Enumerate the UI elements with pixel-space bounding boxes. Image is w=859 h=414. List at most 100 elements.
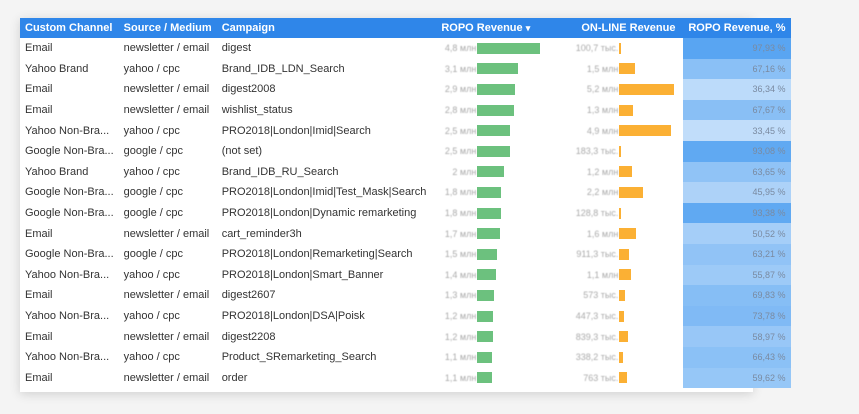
cell-online-revenue: 763 тыс. (551, 368, 683, 389)
online-bar (619, 331, 629, 343)
cell-campaign: PRO2018|London|Dynamic remarketing (221, 207, 417, 220)
cell-channel: Email (25, 104, 53, 117)
table-row[interactable]: Email newsletter / email digest 4,8 млн … (20, 38, 791, 59)
cell-campaign: PRO2018|London|DSA|Poisk (221, 310, 365, 323)
cell-ropo-revenue: 1,8 млн (431, 203, 551, 224)
header-source-medium[interactable]: Source / Medium (118, 18, 217, 38)
sort-desc-icon: ▾ (525, 23, 531, 33)
table-row[interactable]: Email newsletter / email cart_reminder3h… (20, 223, 791, 244)
table-row[interactable]: Google Non-Bra... google / cpc PRO2018|L… (20, 243, 791, 265)
cell-source: newsletter / email (123, 289, 210, 302)
cell-channel: Yahoo Non-Bra... (25, 310, 110, 323)
ropo-bar (477, 63, 519, 75)
table-row[interactable]: Google Non-Bra... google / cpc PRO2018|L… (20, 202, 791, 224)
table-row[interactable]: Yahoo Brand yahoo / cpc Brand_IDB_RU_Sea… (20, 161, 791, 183)
online-value: 5,2 млн (586, 84, 619, 95)
online-bar (619, 166, 633, 178)
cell-channel: Email (25, 83, 53, 96)
ropo-bar (477, 310, 494, 322)
table-row[interactable]: Yahoo Non-Bra... yahoo / cpc PRO2018|Lon… (20, 120, 791, 141)
ropo-bar (477, 145, 511, 157)
cell-channel: Email (25, 371, 53, 384)
cell-channel: Email (25, 227, 53, 240)
cell-campaign: digest2208 (221, 330, 276, 343)
table-row[interactable]: Google Non-Bra... google / cpc PRO2018|L… (20, 182, 791, 203)
ropo-value: 1,4 млн (444, 269, 477, 280)
cell-online-revenue: 338,2 тыс. (551, 347, 683, 368)
cell-source: yahoo / cpc (123, 165, 180, 178)
header-online-revenue[interactable]: ON-LINE Revenue (551, 18, 684, 38)
online-bar (619, 207, 622, 219)
ropo-value: 1,1 млн (444, 372, 477, 383)
online-value: 447,3 тыс. (575, 311, 619, 322)
online-bar (619, 351, 623, 363)
cell-ropo-percent: 63,65 % (683, 161, 791, 183)
header-custom-channel[interactable]: Custom Channel (20, 18, 119, 38)
cell-ropo-revenue: 1,1 млн (431, 347, 551, 368)
ropo-value: 1,3 млн (444, 290, 477, 301)
cell-campaign: PRO2018|London|Imid|Test_Mask|Search (221, 186, 427, 199)
cell-source: yahoo / cpc (123, 268, 180, 281)
online-value: 100,7 тыс. (575, 43, 619, 54)
online-value: 573 тыс. (583, 290, 619, 301)
cell-campaign: cart_reminder3h (221, 227, 302, 240)
ropo-bar (477, 186, 501, 198)
cell-ropo-revenue: 4,8 млн (431, 38, 551, 59)
ropo-bar (477, 207, 501, 219)
cell-campaign: PRO2018|London|Imid|Search (221, 124, 371, 137)
table-row[interactable]: Yahoo Non-Bra... yahoo / cpc PRO2018|Lon… (20, 264, 791, 286)
online-bar (619, 125, 672, 137)
table-row[interactable]: Email newsletter / email order 1,1 млн 7… (20, 367, 791, 389)
report-table-card: Custom Channel Source / Medium Campaign … (20, 18, 791, 392)
table-row[interactable]: Email newsletter / email digest2607 1,3 … (20, 285, 791, 306)
cell-campaign: wishlist_status (221, 104, 293, 117)
ropo-value: 3,1 млн (444, 63, 477, 74)
cell-online-revenue: 447,3 тыс. (551, 306, 683, 327)
online-value: 4,9 млн (586, 125, 619, 136)
cell-channel: Yahoo Brand (25, 62, 89, 75)
online-bar (619, 248, 629, 260)
header-campaign[interactable]: Campaign (216, 18, 432, 38)
ropo-bar (477, 289, 495, 301)
table-row[interactable]: Yahoo Brand yahoo / cpc Brand_IDB_LDN_Se… (20, 58, 791, 80)
table-row[interactable]: Email newsletter / email digest2208 1,2 … (20, 326, 791, 347)
cell-campaign: Brand_IDB_LDN_Search (221, 62, 345, 75)
cell-campaign: Product_SRemarketing_Search (221, 351, 377, 364)
ropo-value: 2,5 млн (444, 125, 477, 136)
online-value: 338,2 тыс. (575, 352, 619, 363)
table-row[interactable]: Yahoo Non-Bra... yahoo / cpc PRO2018|Lon… (20, 305, 791, 327)
online-value: 183,3 тыс. (575, 146, 619, 157)
header-ropo-percent[interactable]: ROPO Revenue, % (683, 18, 791, 38)
cell-source: newsletter / email (123, 371, 210, 384)
cell-online-revenue: 1,3 млн (551, 100, 683, 121)
ropo-value: 2,9 млн (444, 84, 477, 95)
online-bar (619, 310, 625, 322)
cell-channel: Google Non-Bra... (25, 207, 114, 220)
cell-ropo-revenue: 2 млн (431, 162, 551, 183)
header-ropo-revenue[interactable]: ROPO Revenue ▾ (431, 18, 552, 38)
table-header: Custom Channel Source / Medium Campaign … (20, 18, 791, 38)
cell-source: google / cpc (123, 186, 183, 199)
table-row[interactable]: Email newsletter / email wishlist_status… (20, 99, 791, 121)
table-row[interactable]: Yahoo Non-Bra... yahoo / cpc Product_SRe… (20, 346, 791, 368)
online-bar (619, 145, 622, 157)
online-value: 1,5 млн (586, 63, 619, 74)
cell-online-revenue: 5,2 млн (551, 79, 683, 100)
cell-source: newsletter / email (123, 42, 210, 55)
online-value: 1,3 млн (586, 105, 619, 116)
cell-source: yahoo / cpc (123, 124, 180, 137)
ropo-value: 4,8 млн (444, 43, 477, 54)
cell-online-revenue: 911,3 тыс. (551, 244, 683, 265)
table-row[interactable]: Email newsletter / email digest2008 2,9 … (20, 79, 791, 100)
cell-campaign: order (221, 371, 248, 384)
cell-ropo-percent: 45,95 % (683, 182, 791, 203)
cell-ropo-revenue: 1,2 млн (431, 326, 551, 347)
online-value: 1,2 млн (586, 166, 619, 177)
table-row[interactable]: Google Non-Bra... google / cpc (not set)… (20, 140, 791, 162)
ropo-value: 2 млн (452, 166, 477, 177)
cell-ropo-revenue: 1,5 млн (431, 244, 551, 265)
cell-source: google / cpc (123, 207, 183, 220)
cell-online-revenue: 2,2 млн (551, 182, 683, 203)
cell-source: newsletter / email (123, 104, 210, 117)
header-ropo-label: ROPO Revenue (441, 22, 523, 34)
